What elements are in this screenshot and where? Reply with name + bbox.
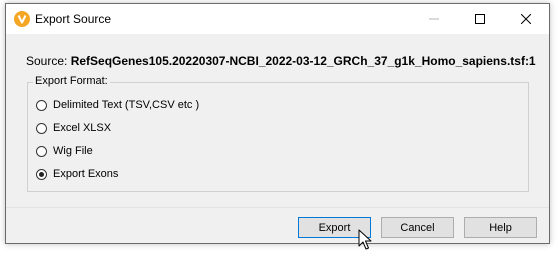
radio-button[interactable]	[36, 145, 47, 157]
radio-button[interactable]	[36, 122, 47, 134]
button-bar-separator	[6, 207, 549, 208]
radio-label: Delimited Text (TSV,CSV etc )	[53, 99, 200, 111]
export-format-legend: Export Format:	[33, 75, 110, 87]
radio-option-excel-xlsx[interactable]: Excel XLSX	[36, 122, 111, 134]
close-button[interactable]	[503, 4, 549, 34]
golden-helix-icon	[14, 11, 30, 27]
radio-label: Excel XLSX	[53, 122, 112, 134]
minimize-button[interactable]	[411, 4, 457, 34]
source-row: Source: RefSeqGenes105.20220307-NCBI_202…	[26, 54, 536, 68]
export-source-dialog: Export Source Source: RefSeqGenes105.202…	[5, 3, 550, 244]
window-title: Export Source	[35, 12, 112, 26]
title-bar[interactable]: Export Source	[6, 4, 549, 34]
source-label: Source:	[26, 54, 68, 68]
minimize-icon	[429, 18, 439, 20]
radio-option-export-exons[interactable]: Export Exons	[36, 168, 118, 180]
radio-button[interactable]	[36, 99, 47, 111]
maximize-icon	[475, 14, 485, 24]
mouse-pointer-icon	[358, 229, 372, 250]
radio-option-wig-file[interactable]: Wig File	[36, 145, 93, 157]
radio-button-selected[interactable]	[36, 168, 47, 180]
maximize-button[interactable]	[457, 4, 503, 34]
help-button[interactable]: Help	[464, 217, 537, 238]
radio-label: Export Exons	[53, 168, 119, 180]
source-value: RefSeqGenes105.20220307-NCBI_2022-03-12_…	[70, 54, 536, 68]
cancel-button[interactable]: Cancel	[381, 217, 454, 238]
radio-option-delimited-text[interactable]: Delimited Text (TSV,CSV etc )	[36, 99, 199, 111]
radio-label: Wig File	[53, 145, 93, 157]
close-icon	[521, 14, 531, 24]
